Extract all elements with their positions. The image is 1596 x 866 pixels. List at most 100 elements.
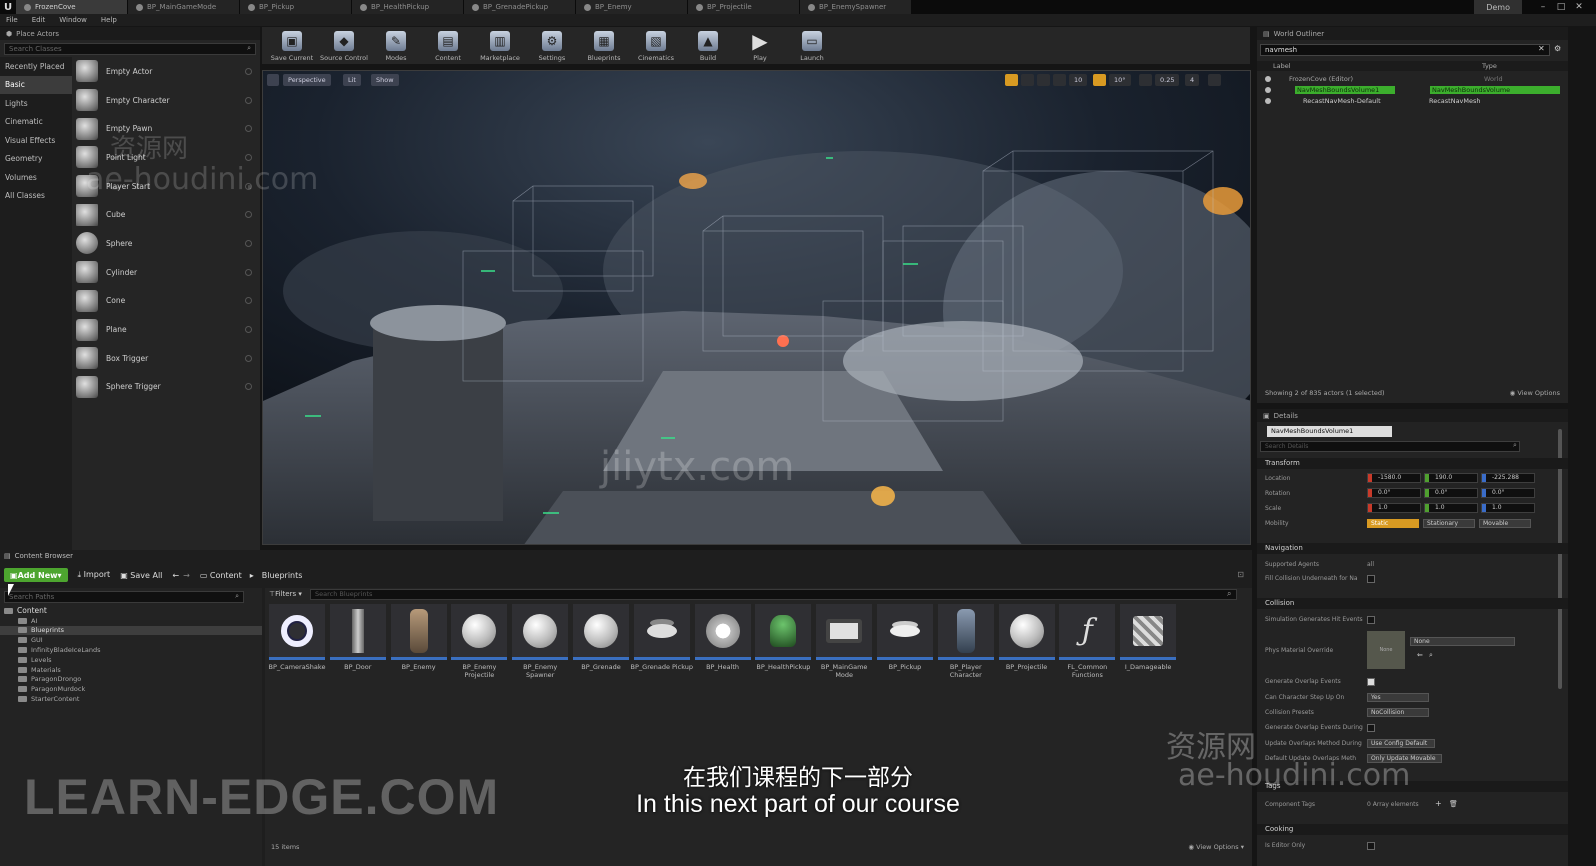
- breadcrumb-content[interactable]: Content: [210, 571, 242, 580]
- asset-tile[interactable]: BP_Door: [329, 604, 387, 679]
- breadcrumb-blueprints[interactable]: Blueprints: [262, 571, 303, 580]
- outliner-search-input[interactable]: navmesh: [1260, 44, 1550, 56]
- source-control-button[interactable]: ◆ Source Control: [318, 27, 370, 64]
- menu-edit[interactable]: Edit: [32, 16, 46, 24]
- arrow-left-icon[interactable]: ⇐: [1417, 651, 1423, 659]
- outliner-row[interactable]: RecastNavMesh-Default RecastNavMesh: [1257, 96, 1568, 106]
- asset-tile[interactable]: BP_CameraShake: [268, 604, 326, 679]
- asset-tile[interactable]: BP_Enemy Spawner: [511, 604, 569, 679]
- rotation-z-field[interactable]: 0.0°: [1481, 488, 1535, 498]
- scale-y-field[interactable]: 1.0: [1424, 503, 1478, 513]
- actor-sphere[interactable]: Sphere: [72, 229, 260, 258]
- viewport-options-button[interactable]: [267, 74, 279, 86]
- play-button[interactable]: ▶ Play: [734, 27, 786, 64]
- search-assets-input[interactable]: Search Blueprints: [310, 589, 1237, 600]
- clear-search-icon[interactable]: ✕: [1538, 44, 1545, 53]
- tree-item-startercontent[interactable]: StarterContent: [0, 694, 262, 704]
- select-mode-icon[interactable]: [1005, 74, 1018, 86]
- close-button[interactable]: ✕: [1572, 0, 1586, 14]
- tree-item-ai[interactable]: AI: [0, 616, 262, 626]
- lock-icon[interactable]: ⊡: [1237, 570, 1244, 579]
- category-geometry[interactable]: Geometry: [0, 150, 72, 169]
- content-view-options[interactable]: ◉ View Options ▾: [1188, 843, 1244, 851]
- asset-tile[interactable]: BP_Enemy Projectile: [450, 604, 508, 679]
- asset-tile[interactable]: BP_Enemy: [390, 604, 448, 679]
- menu-help[interactable]: Help: [101, 16, 117, 24]
- minimize-button[interactable]: –: [1536, 0, 1550, 14]
- phys-material-dropdown[interactable]: None: [1410, 637, 1515, 646]
- category-all-classes[interactable]: All Classes: [0, 187, 72, 206]
- is-editor-only-checkbox[interactable]: [1367, 842, 1375, 850]
- tab-bp-projectile[interactable]: BP_Projectile: [688, 0, 800, 14]
- outliner-row-selected[interactable]: NavMeshBoundsVolume1 NavMeshBoundsVolume: [1257, 85, 1568, 95]
- tab-frozencove[interactable]: FrozenCove: [16, 0, 128, 14]
- maximize-button[interactable]: □: [1554, 0, 1568, 14]
- modes-button[interactable]: ✎ Modes: [370, 27, 422, 64]
- scale-icon[interactable]: [1053, 74, 1066, 86]
- history-forward-button[interactable]: →: [183, 571, 190, 580]
- actor-plane[interactable]: Plane: [72, 315, 260, 344]
- category-cinematic[interactable]: Cinematic: [0, 113, 72, 132]
- gen-overlap-during-checkbox[interactable]: [1367, 724, 1375, 732]
- search-paths-input[interactable]: Search Paths ⌕: [4, 591, 244, 603]
- cinematics-button[interactable]: ▧ Cinematics: [630, 27, 682, 64]
- scale-snap-icon[interactable]: [1139, 74, 1152, 86]
- asset-tile[interactable]: BP_MainGame Mode: [815, 604, 873, 679]
- rotation-y-field[interactable]: 0.0°: [1424, 488, 1478, 498]
- supported-agents-value[interactable]: all: [1367, 561, 1374, 568]
- tree-item-gui[interactable]: GUI: [0, 635, 262, 645]
- gen-overlap-checkbox[interactable]: [1367, 678, 1375, 686]
- mobility-stationary-button[interactable]: Stationary: [1423, 519, 1475, 528]
- section-cooking[interactable]: Cooking: [1257, 824, 1568, 835]
- actor-player-start[interactable]: Player Start: [72, 172, 260, 201]
- category-lights[interactable]: Lights: [0, 94, 72, 113]
- actor-name-input[interactable]: NavMeshBoundsVolume1: [1267, 426, 1392, 437]
- scale-x-field[interactable]: 1.0: [1367, 503, 1421, 513]
- tree-item-blueprints[interactable]: Blueprints: [0, 625, 262, 636]
- fill-collision-checkbox[interactable]: [1367, 575, 1375, 583]
- rotation-snap-icon[interactable]: [1093, 74, 1106, 86]
- sim-gen-hit-checkbox[interactable]: [1367, 616, 1375, 624]
- can-step-dropdown[interactable]: Yes: [1367, 693, 1429, 702]
- asset-tile[interactable]: BP_Grenade Pickup: [631, 604, 693, 679]
- asset-tile[interactable]: ƒ FL_Common Functions: [1058, 604, 1116, 679]
- maximize-viewport-icon[interactable]: [1208, 74, 1221, 86]
- col-type[interactable]: Type: [1482, 62, 1497, 70]
- outliner-view-options[interactable]: ◉ View Options: [1510, 389, 1560, 397]
- section-collision[interactable]: Collision: [1257, 598, 1568, 609]
- asset-tile[interactable]: BP_HealthPickup: [754, 604, 812, 679]
- category-recently-placed[interactable]: Recently Placed: [0, 57, 72, 76]
- perspective-button[interactable]: Perspective: [283, 74, 331, 86]
- outliner-settings-icon[interactable]: ⚙: [1554, 44, 1561, 53]
- marketplace-button[interactable]: ▥ Marketplace: [474, 27, 526, 64]
- rotation-snap-button[interactable]: 10°: [1109, 74, 1131, 86]
- eye-icon[interactable]: [1265, 98, 1271, 104]
- actor-cylinder[interactable]: Cylinder: [72, 258, 260, 287]
- tab-bp-enemy[interactable]: BP_Enemy: [576, 0, 688, 14]
- location-x-field[interactable]: -1580.0: [1367, 473, 1421, 483]
- asset-tile[interactable]: BP_Grenade: [572, 604, 630, 679]
- actor-empty-pawn[interactable]: Empty Pawn: [72, 114, 260, 143]
- content-button[interactable]: ▤ Content: [422, 27, 474, 64]
- rotation-x-field[interactable]: 0.0°: [1367, 488, 1421, 498]
- show-button[interactable]: Show: [371, 74, 399, 86]
- col-label[interactable]: Label: [1273, 62, 1291, 70]
- location-y-field[interactable]: 190.0: [1424, 473, 1478, 483]
- tab-bp-healthpickup[interactable]: BP_HealthPickup: [352, 0, 464, 14]
- tree-item-content[interactable]: Content: [0, 606, 262, 616]
- tab-bp-grenadepickup[interactable]: BP_GrenadePickup: [464, 0, 576, 14]
- tab-bp-maingamemode[interactable]: BP_MainGameMode: [128, 0, 240, 14]
- category-basic[interactable]: Basic: [0, 75, 72, 94]
- build-button[interactable]: ▲ Build: [682, 27, 734, 64]
- browse-search-icon[interactable]: ⌕: [1429, 651, 1433, 660]
- mobility-static-button[interactable]: Static: [1367, 519, 1419, 528]
- actor-box-trigger[interactable]: Box Trigger: [72, 344, 260, 373]
- menu-window[interactable]: Window: [59, 16, 87, 24]
- menu-file[interactable]: File: [6, 16, 18, 24]
- lit-button[interactable]: Lit: [343, 74, 361, 86]
- tree-item-levels[interactable]: Levels: [0, 655, 262, 665]
- history-back-button[interactable]: ←: [172, 571, 179, 580]
- eye-icon[interactable]: [1265, 87, 1271, 93]
- search-details-input[interactable]: Search Details: [1260, 441, 1520, 452]
- scale-snap-button[interactable]: 0.25: [1155, 74, 1180, 86]
